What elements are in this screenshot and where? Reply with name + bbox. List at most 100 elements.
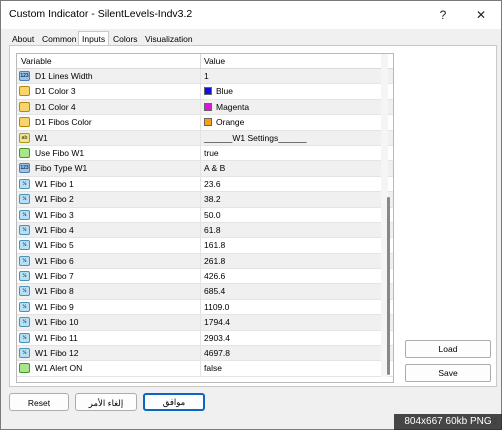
- variable-value[interactable]: 38.2: [204, 194, 221, 204]
- variable-value[interactable]: 50.0: [204, 210, 221, 220]
- variable-value[interactable]: A & B: [204, 163, 225, 173]
- variable-value[interactable]: 1: [204, 71, 209, 81]
- variable-value[interactable]: 261.8: [204, 256, 225, 266]
- tab-colors[interactable]: Colors: [113, 33, 138, 45]
- variable-name: Use Fibo W1: [35, 147, 85, 158]
- value-text: 1: [204, 71, 209, 81]
- variable-name: W1 Fibo 6: [35, 255, 74, 266]
- variable-value[interactable]: true: [204, 148, 219, 158]
- variable-value[interactable]: 1794.4: [204, 317, 230, 327]
- variable-name: W1 Fibo 12: [35, 348, 79, 359]
- variable-value[interactable]: 685.4: [204, 286, 225, 296]
- variable-name: W1 Fibo 1: [35, 178, 74, 189]
- grid-header: Variable Value: [17, 54, 393, 69]
- table-row[interactable]: ½ W1 Fibo 3 50.0: [17, 207, 393, 223]
- value-text: false: [204, 363, 222, 374]
- table-row[interactable]: ½ W1 Fibo 5 161.8: [17, 238, 393, 254]
- table-row[interactable]: ½ W1 Fibo 7 426.6: [17, 269, 393, 285]
- table-row[interactable]: ½ W1 Fibo 2 38.2: [17, 192, 393, 208]
- variable-value[interactable]: 23.6: [204, 179, 221, 189]
- tab-about[interactable]: About: [12, 33, 34, 45]
- double-icon: ½: [19, 348, 30, 359]
- color-swatch: [204, 102, 212, 111]
- variable-value[interactable]: 2903.4: [204, 333, 230, 343]
- window-title: Custom Indicator - SilentLevels-Indv3.2: [9, 8, 193, 20]
- boolean-icon: [19, 363, 30, 374]
- variable-value[interactable]: 61.8: [204, 225, 221, 235]
- table-row[interactable]: ½ W1 Fibo 9 1109.0: [17, 299, 393, 316]
- variable-name: W1 Fibo 7: [35, 271, 74, 282]
- double-icon: ½: [19, 286, 30, 297]
- table-row[interactable]: ab W1 ______W1 Settings______: [17, 130, 393, 146]
- reset-button[interactable]: Reset: [9, 393, 69, 411]
- table-row[interactable]: 123 Fibo Type W1 A & B: [17, 161, 393, 177]
- variable-value[interactable]: 4697.8: [204, 348, 230, 358]
- value-text: 261.8: [204, 255, 226, 266]
- scrollbar-thumb[interactable]: [387, 197, 390, 375]
- table-row[interactable]: D1 Fibos Color Orange: [17, 115, 393, 131]
- color-icon: [19, 101, 30, 112]
- help-button[interactable]: ?: [431, 5, 455, 25]
- value-text: 426.6: [204, 271, 226, 282]
- variable-name: D1 Lines Width: [35, 71, 93, 81]
- table-row[interactable]: Use Fibo W1 true: [17, 145, 393, 162]
- table-row[interactable]: 123 D1 Lines Width 1: [17, 69, 393, 85]
- grid-rows: 123 D1 Lines Width 1 D1 Color 3 Blue D1 Color…: [17, 69, 393, 377]
- double-icon: ½: [19, 271, 30, 282]
- color-swatch: [204, 87, 212, 96]
- close-button[interactable]: ✕: [469, 5, 493, 25]
- value-text: ______W1 Settings______: [204, 132, 307, 143]
- value-text: true: [204, 147, 219, 158]
- tab-common[interactable]: Common: [42, 33, 76, 45]
- tab-inputs[interactable]: Inputs: [78, 31, 110, 46]
- variable-name: W1: [35, 132, 48, 143]
- table-row[interactable]: ½ W1 Fibo 11 2903.4: [17, 330, 393, 347]
- cancel-button[interactable]: إلغاء الأمر: [75, 393, 137, 411]
- table-row[interactable]: ½ W1 Fibo 6 261.8: [17, 253, 393, 270]
- table-row[interactable]: ½ W1 Fibo 10 1794.4: [17, 315, 393, 331]
- value-text: 1109.0: [204, 301, 230, 312]
- variable-name: Fibo Type W1: [35, 163, 88, 174]
- double-icon: ½: [19, 317, 30, 328]
- variable-value[interactable]: false: [204, 363, 222, 373]
- variable-value[interactable]: 426.6: [204, 271, 225, 281]
- variable-value[interactable]: Magenta: [204, 102, 249, 112]
- double-icon: ½: [19, 301, 30, 312]
- variable-value[interactable]: 161.8: [204, 240, 225, 250]
- integer-icon: 123: [19, 71, 30, 81]
- variable-name: W1 Fibo 5: [35, 240, 74, 251]
- double-icon: ½: [19, 332, 30, 343]
- value-text: 38.2: [204, 194, 221, 205]
- variable-name: W1 Fibo 2: [35, 194, 74, 205]
- load-button[interactable]: Load: [405, 340, 491, 358]
- inputs-panel: Variable Value 123 D1 Lines Width 1 D1 Colo…: [9, 45, 497, 387]
- table-row[interactable]: W1 Alert ON false: [17, 361, 393, 377]
- column-header-variable[interactable]: Variable: [21, 56, 52, 66]
- dialog-window: Custom Indicator - SilentLevels-Indv3.2 …: [0, 0, 502, 430]
- integer-icon: 123: [19, 163, 30, 174]
- value-text: 50.0: [204, 209, 221, 220]
- tab-visualization[interactable]: Visualization: [145, 33, 193, 45]
- save-button[interactable]: Save: [405, 364, 491, 382]
- table-row[interactable]: D1 Color 4 Magenta: [17, 99, 393, 116]
- variable-value[interactable]: 1109.0: [204, 302, 229, 312]
- table-row[interactable]: ½ W1 Fibo 8 685.4: [17, 284, 393, 300]
- table-row[interactable]: ½ W1 Fibo 12 4697.8: [17, 346, 393, 362]
- title-bar: Custom Indicator - SilentLevels-Indv3.2 …: [1, 1, 501, 29]
- double-icon: ½: [19, 224, 30, 235]
- color-icon: [19, 117, 30, 128]
- table-row[interactable]: ½ W1 Fibo 1 23.6: [17, 176, 393, 193]
- table-row[interactable]: D1 Color 3 Blue: [17, 84, 393, 100]
- variable-value[interactable]: Orange: [204, 117, 244, 127]
- variable-name: D1 Color 3: [35, 86, 76, 97]
- ok-button[interactable]: موافق: [143, 393, 205, 411]
- color-swatch: [204, 118, 212, 127]
- inputs-grid: Variable Value 123 D1 Lines Width 1 D1 Colo…: [16, 53, 394, 383]
- variable-name: D1 Color 4: [35, 101, 76, 112]
- string-icon: ab: [19, 132, 30, 143]
- variable-value[interactable]: Blue: [204, 86, 233, 96]
- table-row[interactable]: ½ W1 Fibo 4 61.8: [17, 222, 393, 239]
- variable-value[interactable]: ______W1 Settings______: [204, 133, 307, 143]
- column-header-value[interactable]: Value: [204, 56, 225, 66]
- boolean-icon: [19, 147, 30, 158]
